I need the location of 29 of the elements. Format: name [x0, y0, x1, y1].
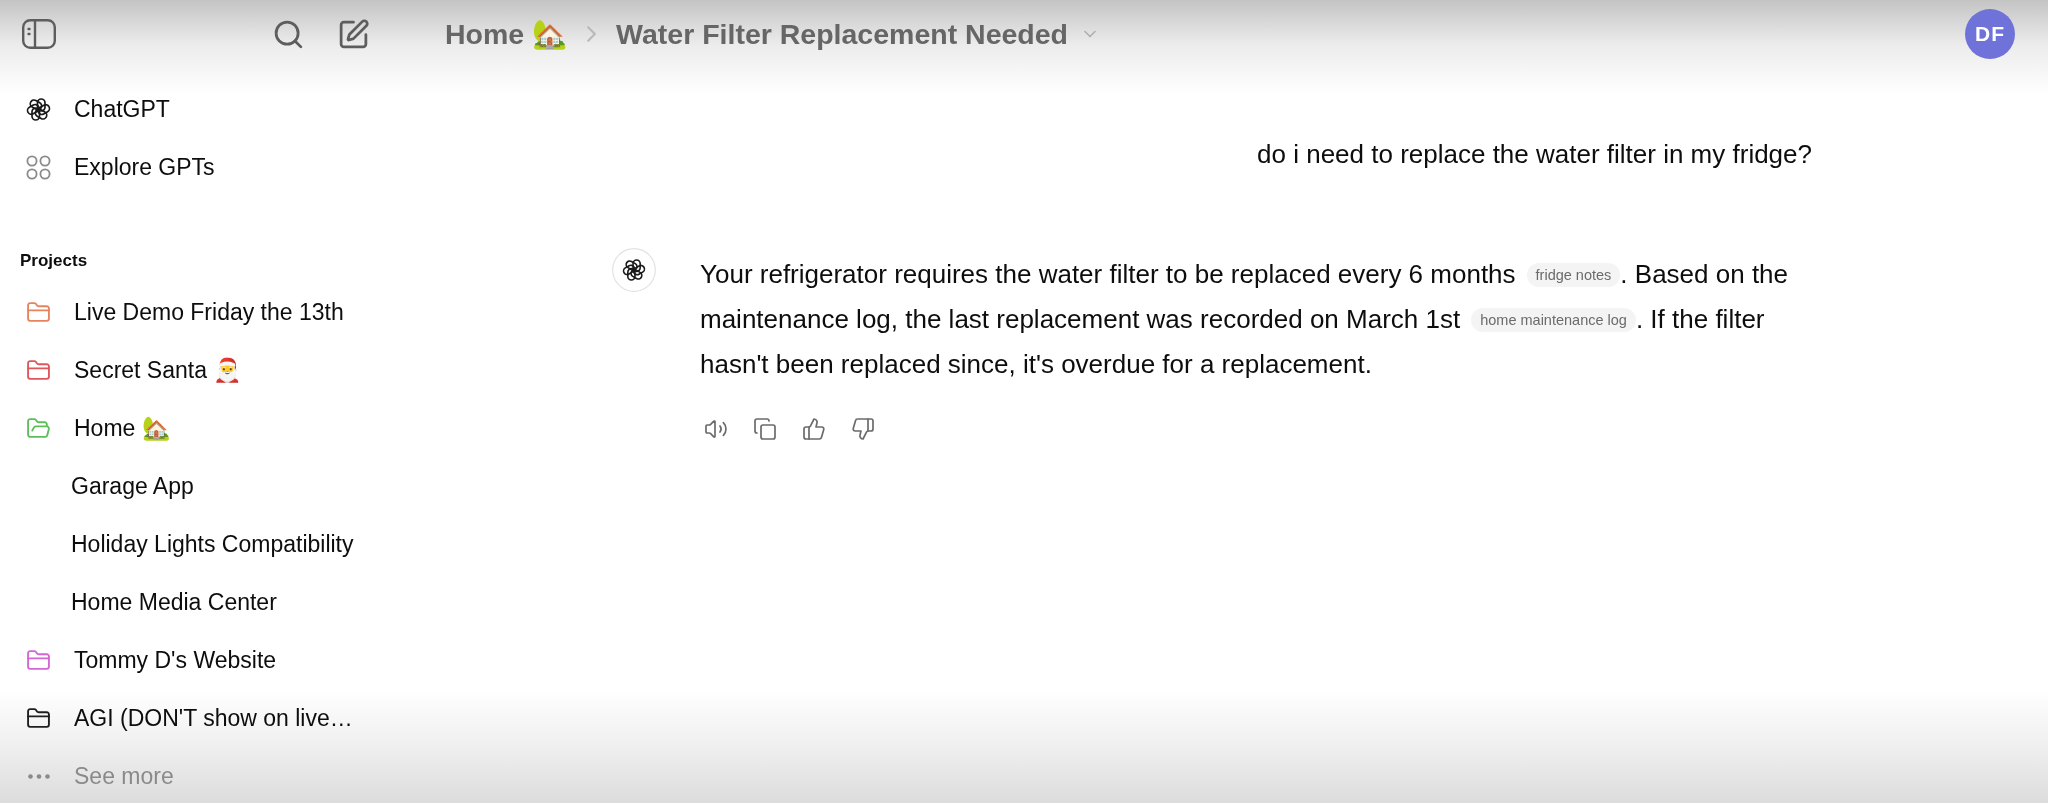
breadcrumb-link[interactable]: Water Filter Replacement Needed: [616, 17, 1069, 51]
knot-logo-icon: [26, 96, 51, 122]
sidebar-item[interactable]: Explore GPTs: [26, 145, 215, 189]
project-item[interactable]: Home 🏡: [26, 406, 171, 450]
project-item[interactable]: Live Demo Friday the 13th: [26, 290, 344, 334]
ellipsis-icon: [27, 773, 50, 779]
project-chat-item[interactable]: Garage App: [71, 464, 194, 508]
project-chat-item[interactable]: Home Media Center: [71, 580, 277, 624]
breadcrumb-link[interactable]: Home 🏡: [445, 17, 568, 51]
circles-grid-icon: [26, 154, 51, 180]
assistant-message: Your refrigerator requires the water filter to be replaced every 6 months fridge notes . Based on the maintenance log, the last replacement was recorded on March 1st home maintenance log . If the filter hasn't been replaced since, it's overdue for a replacement.: [700, 258, 1790, 381]
chevron-right-icon: [587, 26, 597, 42]
project-item[interactable]: AGI (DON'T show on live…: [26, 696, 353, 740]
thumbs-down-icon[interactable]: [851, 417, 875, 441]
project-item[interactable]: Tommy D's Website: [26, 638, 277, 682]
sidebar-item[interactable]: ChatGPT: [26, 87, 170, 131]
copy-icon[interactable]: [753, 417, 777, 441]
section-title: Projects: [20, 250, 88, 272]
citation-link[interactable]: fridge notes: [1526, 263, 1621, 287]
knot-logo-icon: [612, 248, 656, 292]
project-chat-item[interactable]: Holiday Lights Compatibility: [71, 522, 354, 566]
citation-link[interactable]: home maintenance log: [1471, 308, 1636, 332]
avatar[interactable]: DF: [1965, 9, 2015, 59]
thumbs-up-icon[interactable]: [802, 417, 826, 441]
project-item[interactable]: Secret Santa 🎅: [26, 348, 243, 392]
pencil-square-icon[interactable]: [337, 17, 370, 51]
user-message: do i need to replace the water filter in my fridge?: [1257, 138, 1812, 171]
speaker-icon[interactable]: [704, 417, 728, 441]
sidebar-icon[interactable]: [22, 19, 56, 49]
